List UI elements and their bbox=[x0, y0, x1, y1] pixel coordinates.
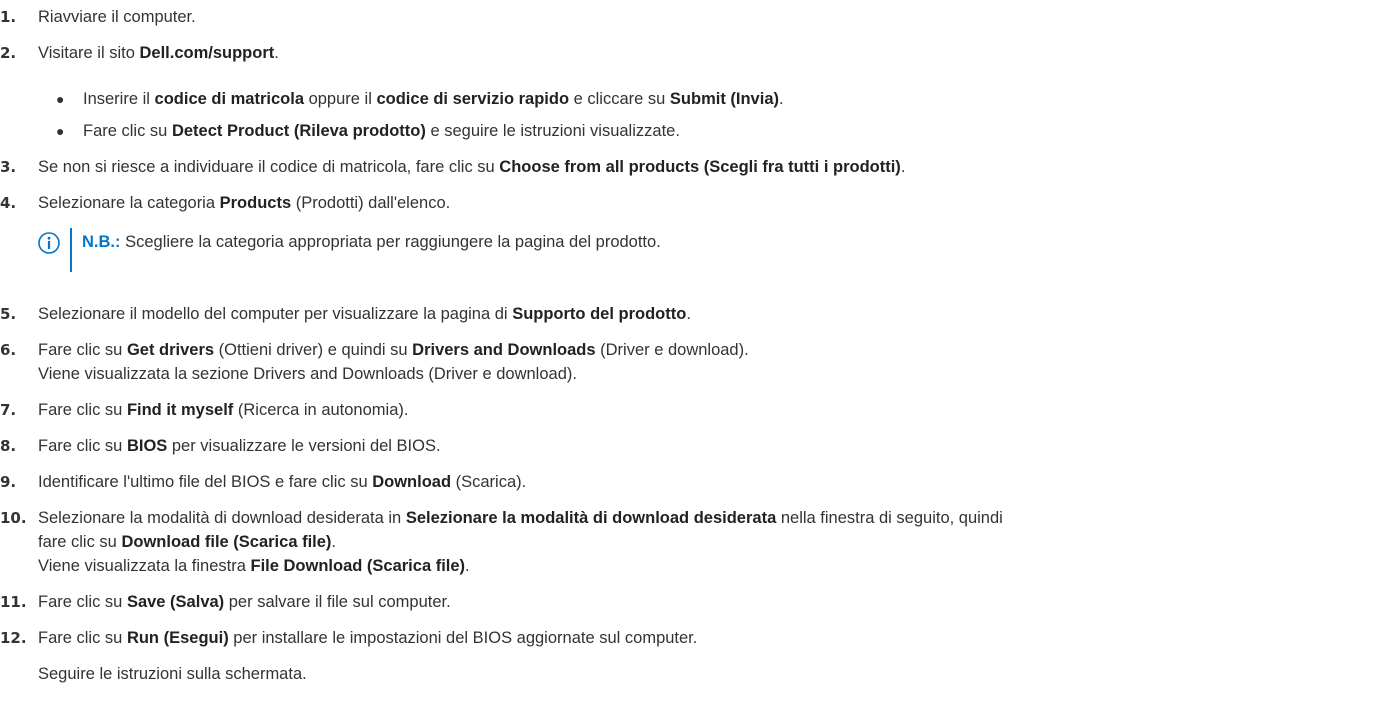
step-number: 3. bbox=[0, 158, 17, 176]
bullet-text: Inserire il codice di matricola oppure i… bbox=[83, 90, 784, 108]
info-icon bbox=[38, 232, 60, 254]
step-number: 4. bbox=[0, 194, 17, 212]
step-number: 10. bbox=[0, 509, 27, 527]
final-instruction: Seguire le istruzioni sulla schermata. bbox=[38, 665, 307, 683]
step-number: 5. bbox=[0, 305, 17, 323]
step-number: 11. bbox=[0, 593, 27, 611]
step-number: 2. bbox=[0, 44, 17, 62]
step-text: Selezionare il modello del computer per … bbox=[38, 305, 691, 323]
step-number: 7. bbox=[0, 401, 17, 419]
bullet-dot-icon: ● bbox=[56, 91, 65, 107]
step-text: Se non si riesce a individuare il codice… bbox=[38, 158, 906, 176]
step-text: Fare clic su Run (Esegui) per installare… bbox=[38, 629, 698, 647]
step-text: Visitare il sito Dell.com/support. bbox=[38, 44, 279, 62]
step-number: 9. bbox=[0, 473, 17, 491]
step-10-line-2: fare clic su Download file (Scarica file… bbox=[38, 533, 337, 551]
step-text: Riavviare il computer. bbox=[38, 8, 196, 26]
step-text: Selezionare la modalità di download desi… bbox=[38, 509, 1003, 527]
step-number: 8. bbox=[0, 437, 17, 455]
step-text: Identificare l'ultimo file del BIOS e fa… bbox=[38, 473, 527, 491]
note-text: N.B.: Scegliere la categoria appropriata… bbox=[82, 233, 661, 251]
step-text: Fare clic su BIOS per visualizzare le ve… bbox=[38, 437, 441, 455]
note-box: N.B.: Scegliere la categoria appropriata… bbox=[38, 228, 938, 272]
step-10-line-3: Viene visualizzata la finestra File Down… bbox=[38, 557, 470, 575]
step-number: 6. bbox=[0, 341, 17, 359]
note-label: N.B.: bbox=[82, 233, 121, 251]
bullet-dot-icon: ● bbox=[56, 123, 65, 139]
step-6-result: Viene visualizzata la sezione Drivers an… bbox=[38, 365, 577, 383]
step-text: Fare clic su Save (Salva) per salvare il… bbox=[38, 593, 451, 611]
step-text: Fare clic su Find it myself (Ricerca in … bbox=[38, 401, 409, 419]
step-text: Fare clic su Get drivers (Ottieni driver… bbox=[38, 341, 749, 359]
bullet-text: Fare clic su Detect Product (Rileva prod… bbox=[83, 122, 680, 140]
step-number: 12. bbox=[0, 629, 27, 647]
step-text: Selezionare la categoria Products (Prodo… bbox=[38, 194, 451, 212]
support-link-text: Dell.com/support bbox=[139, 44, 275, 62]
note-divider bbox=[70, 228, 72, 272]
step-number: 1. bbox=[0, 8, 17, 26]
